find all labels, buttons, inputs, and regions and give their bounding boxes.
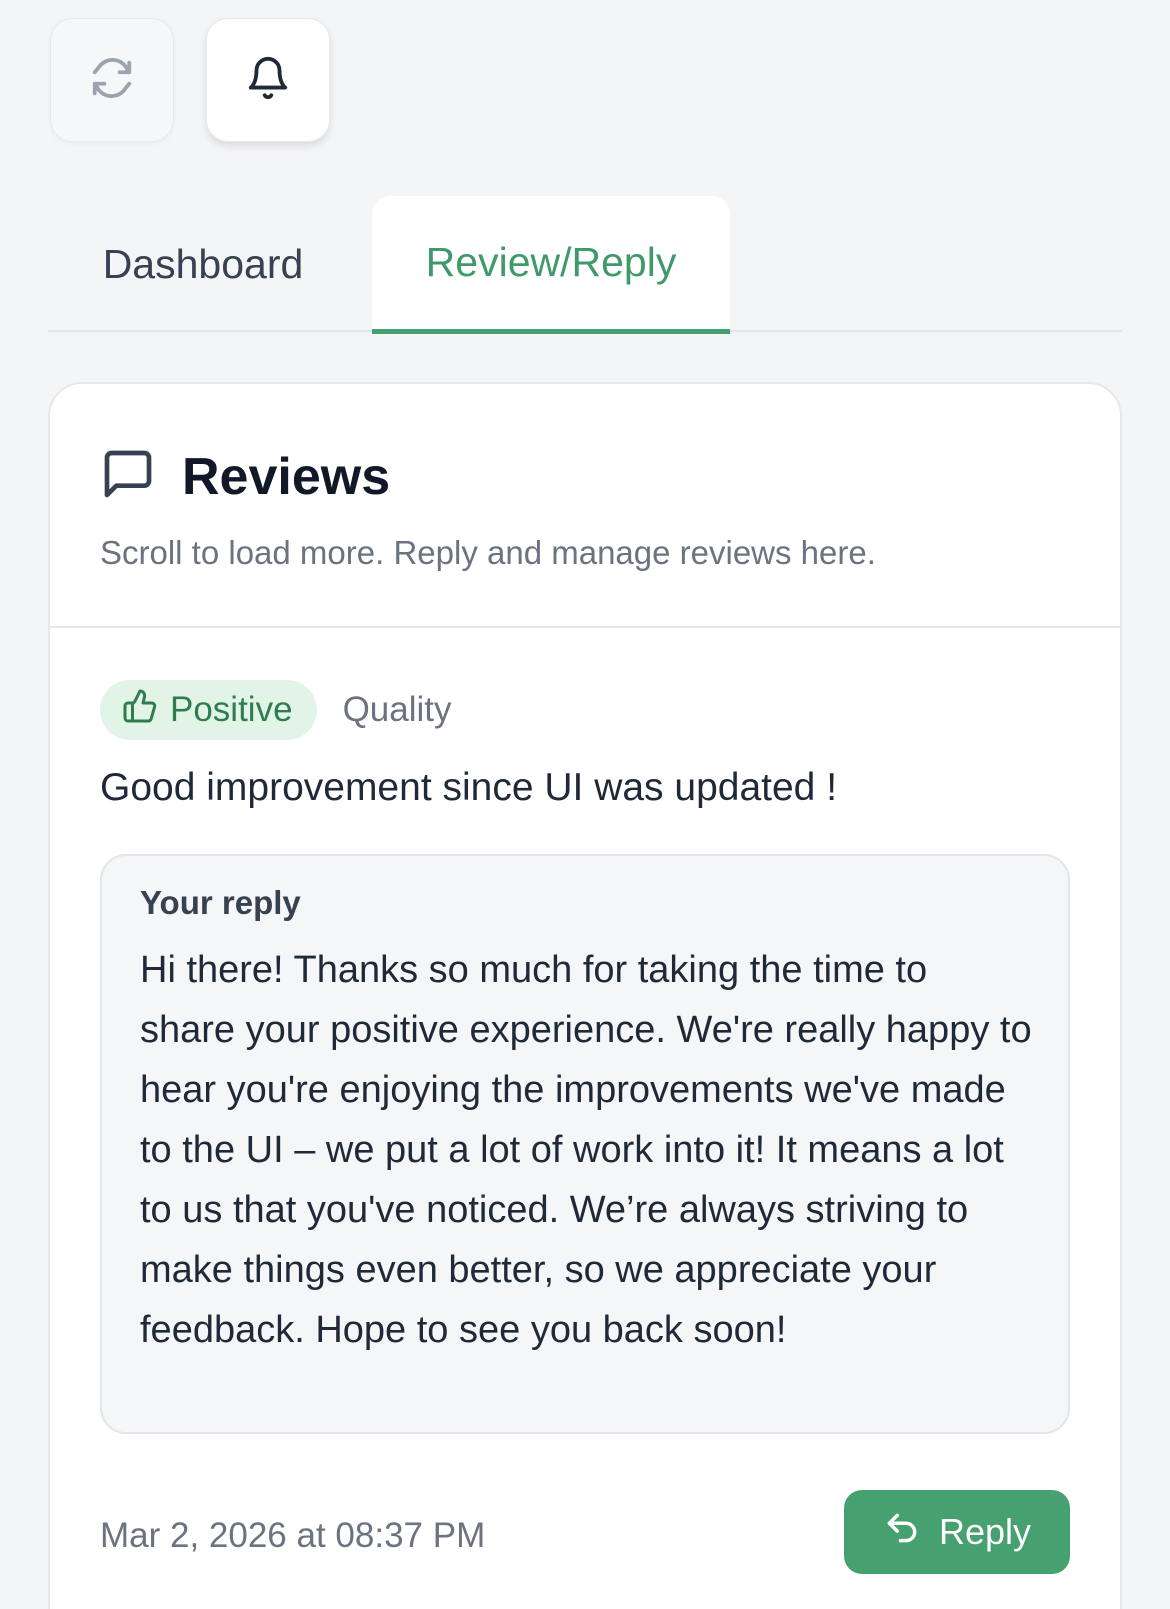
card-subtitle: Scroll to load more. Reply and manage re… [100,534,876,571]
reply-button-label: Reply [938,1511,1032,1552]
refresh-icon [89,55,135,106]
page: Dashboard Review/Reply Reviews Scroll to… [0,0,1170,1609]
reviews-card: Reviews Scroll to load more. Reply and m… [48,382,1122,1609]
refresh-button[interactable] [50,18,174,142]
thumbs-up-icon [122,688,158,733]
reply-box: Your reply Hi there! Thanks so much for … [100,854,1070,1434]
reviews-card-header: Reviews Scroll to load more. Reply and m… [50,384,1120,628]
review-text: Good improvement since UI was updated ! [100,766,838,809]
message-square-icon [100,446,156,507]
tab-dashboard[interactable]: Dashboard [48,196,358,332]
reply-arrow-icon [883,1509,921,1556]
category-label: Quality [342,690,452,729]
page-title: Reviews [182,447,391,506]
review-tags: Positive Quality [100,680,452,740]
reply-text: Hi there! Thanks so much for taking the … [140,949,1032,1351]
notifications-button[interactable] [206,18,330,142]
reply-heading: Your reply [140,884,301,921]
sentiment-badge: Positive [100,680,317,740]
review-date: Mar 2, 2026 at 08:37 PM [100,1516,486,1555]
tab-bar: Dashboard Review/Reply [48,196,1122,334]
reply-button[interactable]: Reply [844,1490,1070,1574]
tab-review-reply[interactable]: Review/Reply [372,196,730,334]
bell-icon [245,55,291,106]
sentiment-label: Positive [170,690,293,729]
card-title-row: Reviews [100,446,390,507]
